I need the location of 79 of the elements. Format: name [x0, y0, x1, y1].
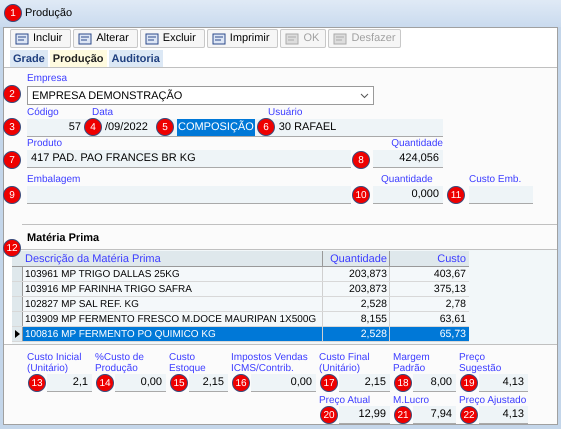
field-label: Usuário [268, 107, 302, 118]
text-field[interactable] [27, 186, 351, 204]
table-row[interactable]: 103961 MP TRIGO DALLAS 25KG 203,873 403,67 [12, 267, 469, 282]
text-field[interactable]: 2,15 [339, 374, 390, 392]
date-field[interactable]: /09/2022 [105, 119, 153, 136]
table-cell: 102827 MP SAL REF. KG [23, 297, 323, 312]
field-label: Produto [27, 138, 62, 150]
text-field[interactable]: 424,056 [373, 150, 443, 168]
tab[interactable]: Produção [50, 50, 107, 68]
row-pointer-icon [14, 330, 20, 338]
field-label: Preço Ajustado [459, 395, 528, 406]
toolbar-icon [212, 32, 226, 44]
table-cell: 2,528 [323, 297, 390, 312]
field-label: Margem Padrão [393, 352, 431, 374]
table-cell-text: 2,78 [444, 297, 467, 312]
table-cell: 2,528 [323, 327, 390, 342]
table-row[interactable]: 102827 MP SAL REF. KG 2,528 2,78 [12, 297, 469, 312]
text-field[interactable]: 417 PAD. PAO FRANCES BR KG [27, 150, 351, 168]
field-label: Quantidade [381, 174, 434, 186]
tab[interactable]: Grade [10, 50, 48, 68]
field-label: Custo Inicial (Unitário) [27, 352, 82, 374]
text-field[interactable]: 0,00 [251, 374, 316, 392]
toolbar-icon [285, 32, 300, 44]
text-field[interactable] [469, 186, 533, 204]
table-cell: 103961 MP TRIGO DALLAS 25KG [23, 267, 323, 282]
field-label: Código [27, 107, 60, 118]
text-field[interactable]: 8,00 [413, 374, 456, 392]
section-title: Matéria Prima [27, 232, 100, 244]
chevron-down-icon [360, 92, 369, 99]
toolbar-button[interactable]: Imprimir [206, 29, 278, 48]
table-cell-text: 375,13 [432, 282, 467, 296]
text-field[interactable]: 4,13 [479, 406, 528, 424]
field-label: Custo Emb. [469, 174, 522, 186]
table-cell: 203,873 [323, 267, 390, 282]
field-label: Custo Estoque [169, 352, 207, 374]
table-row[interactable]: 103909 MP FERMENTO FRESCO M.DOCE MAURIPAN 1X500G 8,155 63,61 [12, 312, 469, 328]
code-field[interactable]: 57 [27, 119, 81, 136]
table-cell-text: 403,67 [432, 267, 467, 282]
field-label: Embalagem [27, 174, 82, 186]
text-field[interactable]: 7,94 [413, 406, 456, 424]
text-field[interactable]: 2,15 [189, 374, 228, 392]
column-header[interactable]: Quantidade [323, 251, 390, 266]
text-field[interactable]: 2,1 [47, 374, 92, 392]
field-label: Data [92, 107, 114, 118]
toolbar-button[interactable]: Incluir [10, 29, 72, 48]
field-label: Empresa [27, 73, 68, 84]
table-row[interactable]: 103916 MP FARINHA TRIGO SAFRA 203,873 375,13 [12, 282, 469, 298]
toolbar-icon [15, 32, 29, 44]
user-field[interactable]: 30 RAFAEL [278, 119, 336, 136]
table-cell: 203,873 [323, 282, 390, 296]
field-label: %Custo de Produção [95, 352, 145, 374]
table-row[interactable]: 100816 MP FERMENTO PO QUIMICO KG 2,528 65,73 [12, 327, 469, 342]
toolbar-button[interactable]: Excluir [140, 29, 205, 48]
table-cell-text: 65,73 [438, 327, 467, 342]
field-label: Impostos Vendas ICMS/Contrib. [231, 352, 309, 374]
toolbar-icon [144, 32, 159, 44]
type-field[interactable]: COMPOSIÇÃO [177, 119, 255, 136]
table-cell: 100816 MP FERMENTO PO QUIMICO KG [23, 327, 323, 342]
table-cell-text: 63,61 [438, 312, 467, 326]
field-label: Custo Final (Unitário) [319, 352, 371, 374]
column-header[interactable]: Descrição da Matéria Prima [23, 251, 323, 266]
field-label: Quantidade [391, 138, 443, 150]
window-title: Produção [25, 6, 72, 22]
column-header[interactable]: Custo [390, 251, 468, 266]
table-cell: 8,155 [323, 312, 390, 326]
toolbar-icon [78, 32, 92, 44]
company-dropdown[interactable]: EMPRESA DEMONSTRAÇÃO [27, 86, 374, 106]
table-cell: 103909 MP FERMENTO FRESCO M.DOCE MAURIPAN 1X500G [23, 312, 323, 326]
table-cell: 103916 MP FARINHA TRIGO SAFRA [23, 282, 323, 296]
field-label: Preço Atual [319, 395, 372, 406]
text-field[interactable]: 0,000 [373, 186, 443, 204]
toolbar-button[interactable]: Alterar [73, 29, 138, 48]
text-field[interactable]: 0,00 [115, 374, 166, 392]
tab[interactable]: Auditoria [108, 50, 163, 68]
field-label: M.Lucro [393, 395, 430, 406]
field-label: Preço Sugestão [459, 352, 502, 374]
toolbar-icon [333, 32, 348, 44]
text-field[interactable]: 12,99 [339, 406, 390, 424]
text-field[interactable]: 4,13 [479, 374, 528, 392]
